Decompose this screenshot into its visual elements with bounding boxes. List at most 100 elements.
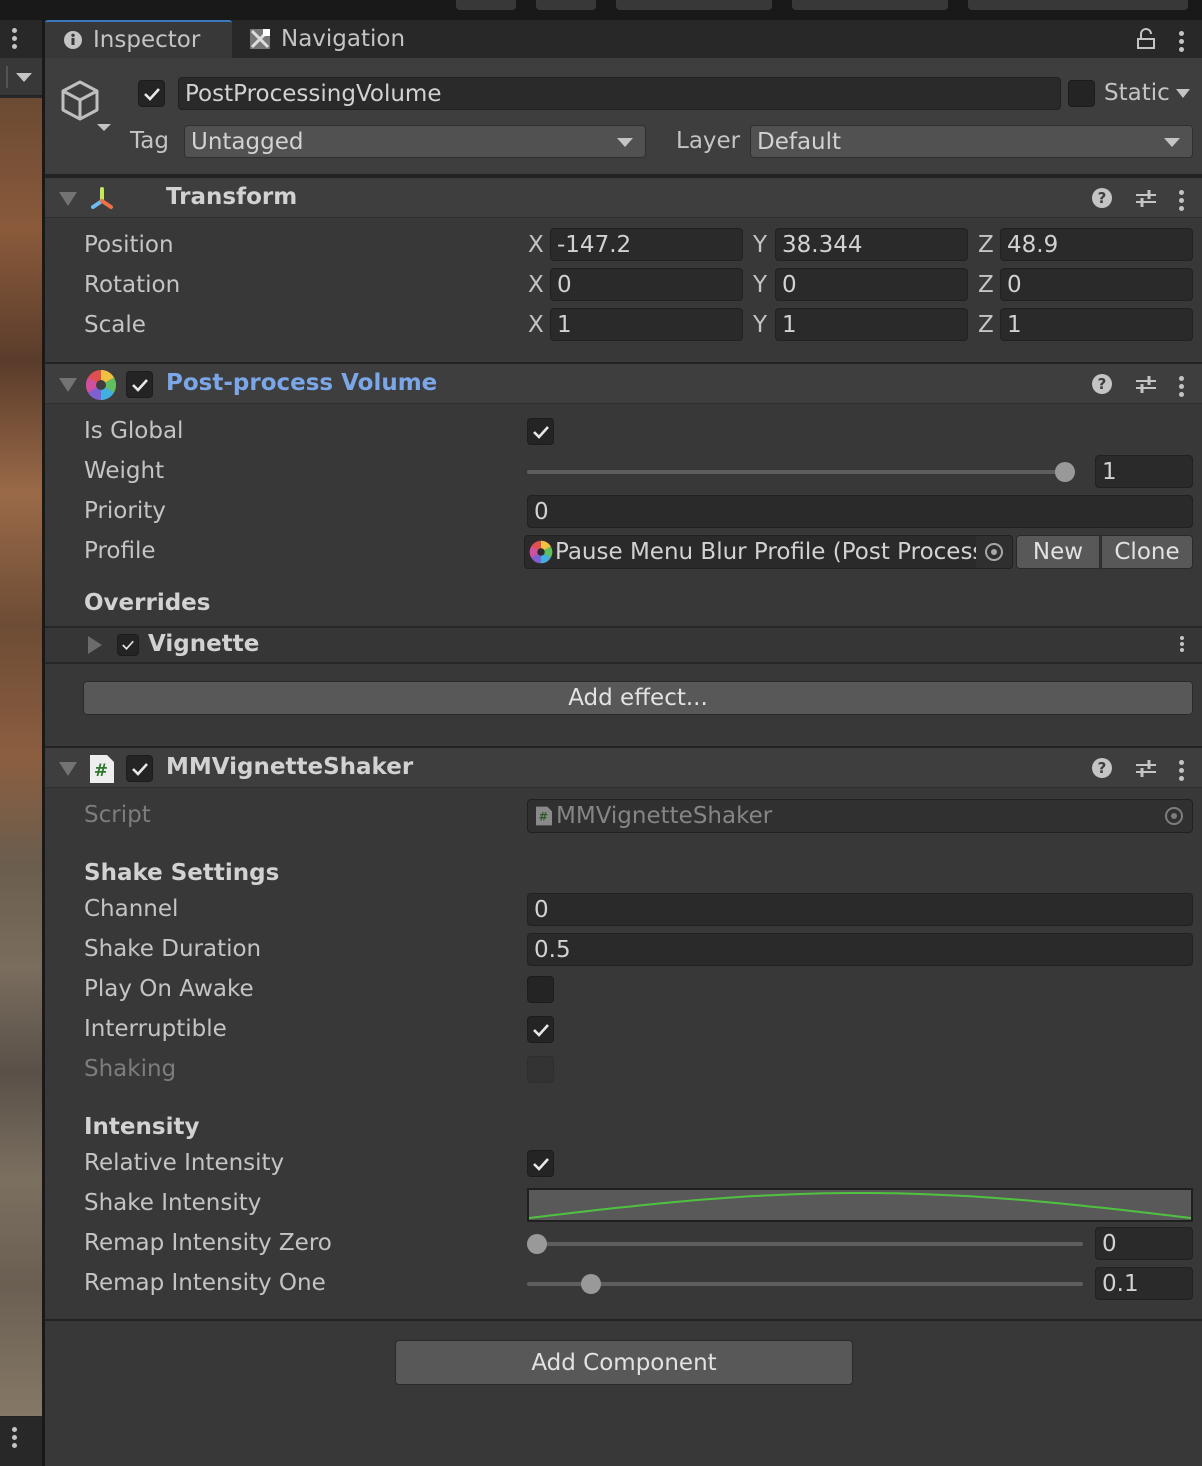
tab-label: Navigation [281,26,406,52]
override-item-vignette[interactable]: Vignette [45,626,1202,664]
rotation-y-input[interactable]: 0 [775,268,968,301]
position-x-input[interactable]: -147.2 [550,228,743,261]
weight-input[interactable]: 1 [1095,455,1193,488]
static-dropdown[interactable]: Static [1104,80,1190,106]
more-options-icon[interactable] [1179,189,1184,211]
channel-input[interactable]: 0 [527,893,1193,926]
position-z-input[interactable]: 48.9 [1000,228,1193,261]
static-checkbox[interactable] [1068,80,1095,107]
transform-header[interactable]: Transform ? [45,176,1202,218]
field-value: 1 [782,311,797,338]
rotation-x-input[interactable]: 0 [550,268,743,301]
tab-bar: Inspector Navigation [45,20,1202,58]
component-enabled-checkbox[interactable] [126,755,153,782]
tag-dropdown[interactable]: Untagged [184,125,646,158]
new-profile-button[interactable]: New [1016,535,1100,569]
toolbar-button[interactable] [616,0,772,10]
active-checkbox[interactable] [138,80,165,107]
scale-y-input[interactable]: 1 [775,308,968,341]
script-icon: # [536,805,552,827]
gameobject-name-input[interactable]: PostProcessingVolume [178,77,1061,110]
tab-navigation[interactable]: Navigation [249,20,405,58]
is-global-checkbox[interactable] [527,418,554,445]
lock-icon[interactable] [1137,28,1155,54]
toolbar-button[interactable] [968,0,1188,10]
scale-z-input[interactable]: 1 [1000,308,1193,341]
gameobject-icon[interactable] [59,78,115,138]
layer-label: Layer [676,128,741,154]
svg-text:?: ? [1098,189,1107,207]
more-options-icon[interactable] [12,28,17,49]
remap-zero-input[interactable]: 0 [1095,1227,1193,1260]
chevron-down-icon[interactable] [16,73,32,82]
remap-one-slider-track[interactable] [527,1282,1083,1286]
priority-input[interactable]: 0 [527,495,1193,528]
relative-intensity-checkbox[interactable] [527,1150,554,1177]
rotation-z-input[interactable]: 0 [1000,268,1193,301]
field-value: -147.2 [557,231,632,258]
interruptible-label: Interruptible [84,1016,227,1042]
shake-duration-input[interactable]: 0.5 [527,933,1193,966]
axis-label: Y [753,232,768,258]
profile-object-field[interactable]: Pause Menu Blur Profile (Post Process [524,535,1013,569]
interruptible-checkbox[interactable] [527,1016,554,1043]
foldout-expanded-icon[interactable] [59,378,77,392]
component-title: Post-process Volume [166,370,438,396]
navigation-icon [249,28,271,50]
toolbar-button[interactable] [792,0,948,10]
position-y-input[interactable]: 38.344 [775,228,968,261]
more-options-icon[interactable] [1180,636,1184,652]
axis-label: X [528,272,544,298]
svg-text:#: # [539,810,549,824]
axis-label: Z [978,232,994,258]
object-picker-icon[interactable] [976,536,1012,568]
foldout-collapsed-icon[interactable] [88,636,102,654]
remap-zero-label: Remap Intensity Zero [84,1230,332,1256]
shake-intensity-curve-field[interactable] [527,1188,1193,1222]
more-options-icon[interactable] [1179,30,1184,52]
more-options-icon[interactable] [1179,375,1184,397]
toolbar-button[interactable] [536,0,596,10]
help-icon[interactable]: ? [1091,187,1113,213]
clone-profile-button[interactable]: Clone [1101,535,1193,569]
weight-slider-track[interactable] [527,470,1075,474]
override-title: Vignette [148,631,260,657]
weight-slider-thumb[interactable] [1055,462,1075,482]
remap-zero-slider-track[interactable] [527,1242,1083,1246]
more-options-icon[interactable] [1179,759,1184,781]
chevron-down-icon [1164,138,1180,147]
toolbar-button[interactable] [456,0,516,10]
field-value: 0 [1007,271,1022,298]
remap-one-input[interactable]: 0.1 [1095,1267,1193,1300]
scale-x-input[interactable]: 1 [550,308,743,341]
more-options-icon[interactable] [12,1427,17,1448]
add-component-button[interactable]: Add Component [395,1340,853,1385]
component-enabled-checkbox[interactable] [126,371,153,398]
postprocess-volume-header[interactable]: Post-process Volume ? [45,362,1202,404]
presets-icon[interactable] [1135,373,1157,399]
scene-viewport[interactable] [0,98,42,1416]
intensity-header: Intensity [84,1114,200,1140]
override-enabled-checkbox[interactable] [117,634,139,656]
field-value: 1 [557,311,572,338]
play-on-awake-label: Play On Awake [84,976,254,1002]
foldout-expanded-icon[interactable] [59,192,77,206]
foldout-expanded-icon[interactable] [59,762,77,776]
layer-dropdown[interactable]: Default [750,125,1193,158]
relative-intensity-label: Relative Intensity [84,1150,285,1176]
inspector-panel: Inspector Navigation PostProcessingVolum… [45,20,1202,1466]
help-icon[interactable]: ? [1091,373,1113,399]
field-value: 38.344 [782,231,863,258]
field-value: 0.1 [1102,1270,1139,1297]
play-on-awake-checkbox[interactable] [527,976,554,1003]
tab-inspector[interactable]: Inspector [45,20,232,58]
presets-icon[interactable] [1135,187,1157,213]
editor-toolbar [0,0,1202,20]
presets-icon[interactable] [1135,757,1157,783]
help-icon[interactable]: ? [1091,757,1113,783]
remap-zero-slider-thumb[interactable] [527,1234,547,1254]
add-effect-button[interactable]: Add effect... [83,681,1193,715]
remap-one-slider-thumb[interactable] [580,1274,601,1294]
vignette-shaker-header[interactable]: # MMVignetteShaker ? [45,746,1202,788]
overrides-header: Overrides [84,590,211,616]
